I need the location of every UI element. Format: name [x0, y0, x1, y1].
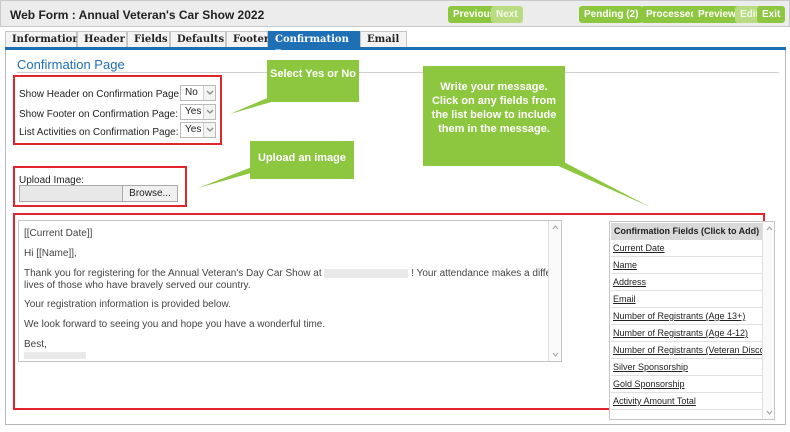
field-divider	[611, 375, 763, 376]
redacted-venue	[324, 268, 409, 278]
field-registrants-age-4-12[interactable]: Number of Registrants (Age 4-12)	[613, 328, 748, 338]
chevron-down-icon	[766, 410, 773, 415]
field-divider	[611, 324, 763, 325]
field-current-date[interactable]: Current Date	[613, 243, 665, 253]
tab-confirmation-page[interactable]: Confirmation Page	[268, 31, 360, 60]
tab-header[interactable]: Header	[77, 31, 127, 47]
field-registrants-age-13-plus[interactable]: Number of Registrants (Age 13+)	[613, 311, 745, 321]
redacted-signature	[24, 352, 86, 359]
fields-scrollbar[interactable]	[762, 222, 774, 419]
title-divider	[17, 72, 779, 73]
chevron-down-icon	[203, 105, 215, 119]
chevron-down-icon	[203, 123, 215, 137]
show-header-label: Show Header on Confirmation Page:	[19, 89, 182, 100]
message-line: Best,	[24, 339, 47, 350]
next-button[interactable]: Next	[491, 6, 523, 23]
tab-bar: Information Header Fields Defaults Foote…	[5, 31, 786, 60]
field-divider	[611, 392, 763, 393]
tab-defaults[interactable]: Defaults	[170, 31, 226, 47]
field-divider	[611, 307, 763, 308]
title-bar: Web Form : Annual Veteran's Car Show 202…	[0, 0, 790, 27]
tab-information[interactable]: Information	[5, 31, 80, 47]
confirmation-fields-header: Confirmation Fields (Click to Add)	[611, 223, 763, 240]
chevron-down-icon	[203, 86, 215, 100]
preview-button[interactable]: Preview	[693, 6, 741, 23]
callout-select-yes-no: Select Yes or No	[267, 60, 359, 102]
callout-upload-image: Upload an image	[250, 141, 354, 179]
show-header-value: No	[185, 87, 198, 98]
confirmation-fields-list: Confirmation Fields (Click to Add) Curre…	[609, 221, 775, 420]
pending-button[interactable]: Pending (2)	[579, 6, 644, 23]
show-footer-select[interactable]: Yes	[180, 104, 216, 120]
show-footer-value: Yes	[185, 106, 202, 117]
list-activities-select[interactable]: Yes	[180, 122, 216, 138]
tab-footer[interactable]: Footer	[226, 31, 269, 47]
field-divider	[611, 341, 763, 342]
tab-email[interactable]: Email	[360, 31, 407, 47]
message-line: lives of those who have bravely served o…	[24, 280, 251, 291]
message-scrollbar[interactable]	[548, 221, 561, 361]
list-activities-label: List Activities on Confirmation Page:	[19, 127, 179, 138]
tab-fields[interactable]: Fields	[127, 31, 170, 47]
field-divider	[611, 358, 763, 359]
upload-file-field[interactable]	[19, 185, 123, 202]
show-header-select[interactable]: No	[180, 85, 216, 101]
field-email[interactable]: Email	[613, 294, 636, 304]
callout-write-message: Write your message. Click on any fields …	[423, 66, 565, 166]
message-line: Your registration information is provide…	[24, 299, 231, 310]
show-footer-label: Show Footer on Confirmation Page:	[19, 109, 178, 120]
field-activity-amount-total[interactable]: Activity Amount Total	[613, 396, 696, 406]
message-editor[interactable]: [[Current Date]] Hi [[Name]], Thank you …	[18, 220, 562, 362]
exit-button[interactable]: Exit	[757, 6, 786, 23]
message-line: Thank you for registering for the Annual…	[24, 268, 561, 279]
chevron-down-icon	[552, 352, 559, 357]
field-name[interactable]: Name	[613, 260, 637, 270]
message-line: [[Current Date]]	[24, 228, 93, 239]
message-line: Hi [[Name]],	[24, 248, 77, 259]
chevron-up-icon	[552, 225, 559, 230]
field-divider	[611, 409, 763, 410]
field-gold-sponsorship[interactable]: Gold Sponsorship	[613, 379, 685, 389]
field-divider	[611, 256, 763, 257]
chevron-up-icon	[766, 226, 773, 231]
list-activities-value: Yes	[185, 124, 202, 135]
field-registrants-veteran-discount[interactable]: Number of Registrants (Veteran Discount)	[613, 345, 774, 355]
browse-button[interactable]: Browse...	[122, 185, 178, 202]
field-silver-sponsorship[interactable]: Silver Sponsorship	[613, 362, 688, 372]
field-divider	[611, 290, 763, 291]
field-address[interactable]: Address	[613, 277, 646, 287]
window-title: Web Form : Annual Veteran's Car Show 202…	[10, 8, 265, 22]
page-title: Confirmation Page	[17, 57, 125, 72]
message-line: We look forward to seeing you and hope y…	[24, 319, 326, 330]
field-divider	[611, 273, 763, 274]
